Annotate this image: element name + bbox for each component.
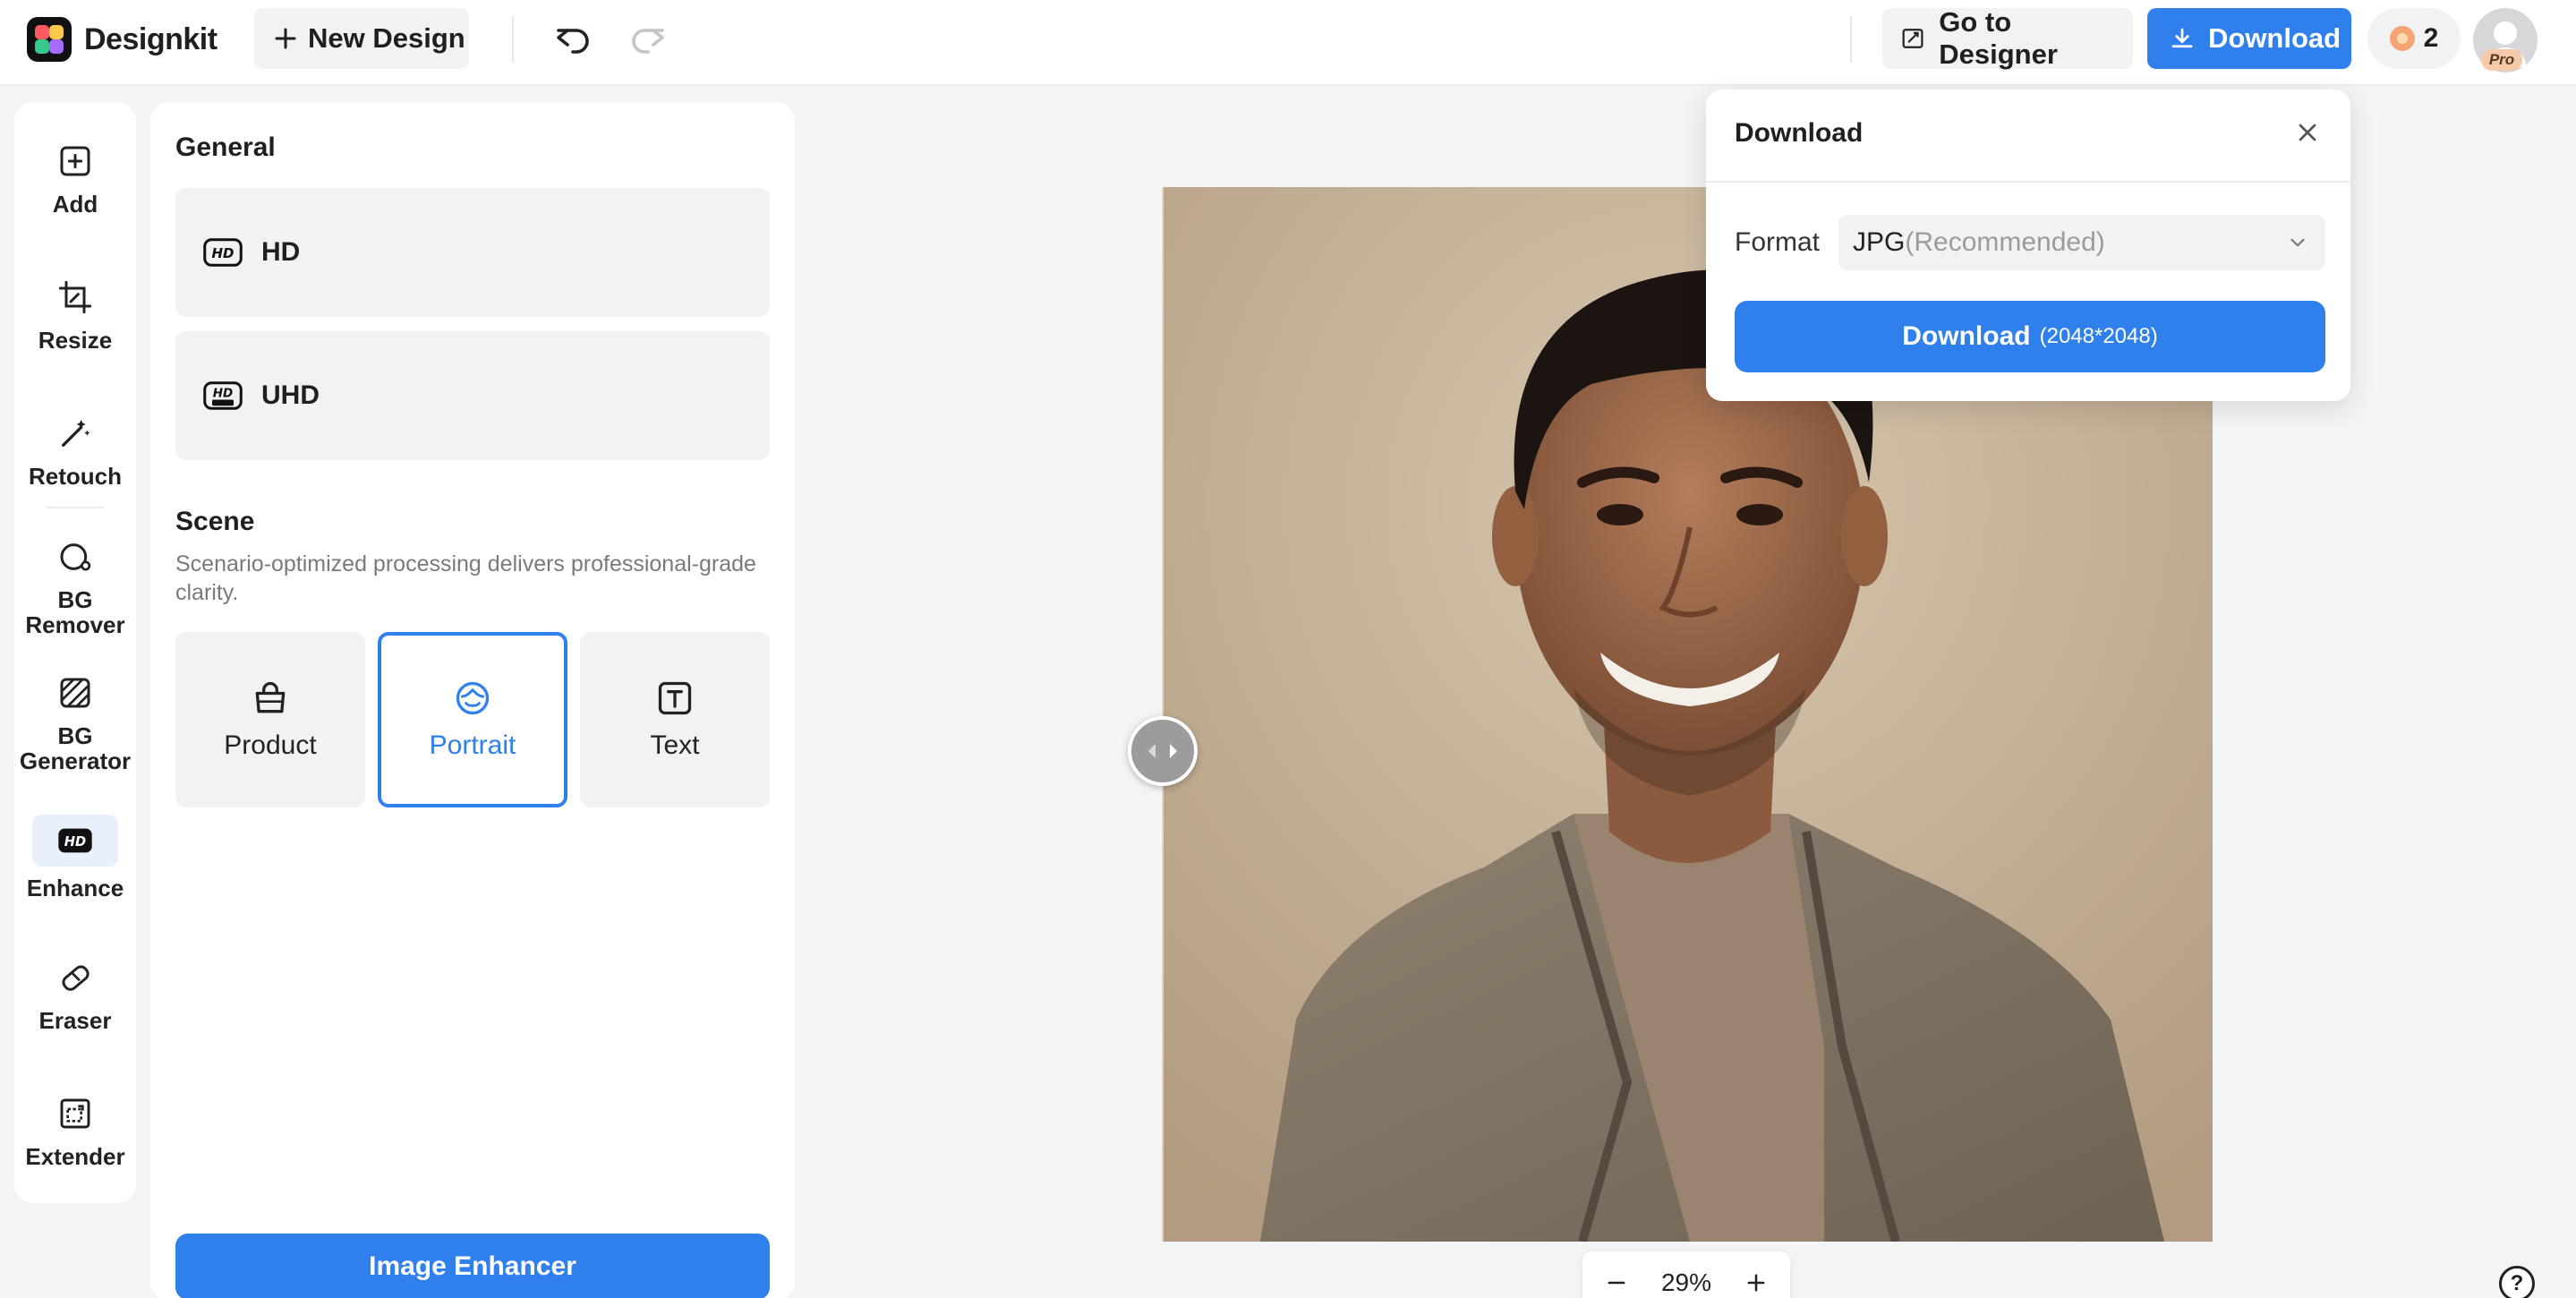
popover-download-size: (2048*2048)	[2039, 324, 2158, 348]
svg-text:HD: HD	[64, 834, 86, 850]
hd-icon: HD	[203, 238, 243, 267]
uhd-icon: HD	[203, 381, 243, 410]
tool-label: Eraser	[38, 1007, 112, 1034]
format-label: Format	[1735, 227, 1821, 257]
compare-arrows-icon	[1148, 744, 1177, 758]
top-bar: Designkit New Design Go to Designer Down…	[0, 0, 2576, 86]
scene-description: Scenario-optimized processing delivers p…	[175, 551, 756, 605]
tool-label: Extender	[25, 1143, 125, 1170]
tool-label: Resize	[38, 327, 113, 354]
popover-download-button[interactable]: Download (2048*2048)	[1735, 301, 2325, 372]
general-title: General	[175, 132, 276, 162]
compare-divider	[1161, 187, 1164, 1242]
tool-label: Add	[52, 191, 98, 218]
go-to-designer-button[interactable]: Go to Designer	[1882, 6, 2133, 70]
designer-icon	[1902, 29, 1923, 48]
credits-badge[interactable]: 2	[2367, 8, 2461, 69]
text-icon	[658, 681, 692, 715]
face-icon	[456, 681, 490, 715]
option-hd[interactable]: HD HD	[175, 188, 770, 317]
zoom-out-icon[interactable]	[1604, 1270, 1629, 1295]
download-icon	[2171, 28, 2193, 48]
scene-title: Scene	[175, 507, 255, 536]
scene-label: Product	[224, 730, 317, 760]
option-label: HD	[261, 237, 301, 267]
bg-generator-icon	[60, 678, 90, 708]
tool-eraser[interactable]: Eraser	[14, 956, 136, 1033]
tool-label: Retouch	[29, 463, 122, 490]
app-name: Designkit	[84, 21, 218, 56]
scene-text[interactable]: Text	[580, 632, 770, 807]
popover-title: Download	[1735, 118, 1864, 148]
resize-icon	[58, 280, 92, 314]
add-icon	[60, 146, 90, 176]
tool-retouch[interactable]: Retouch	[14, 412, 136, 489]
hd-icon: HD	[58, 828, 92, 853]
tool-extender[interactable]: Extender	[14, 1092, 136, 1169]
close-icon[interactable]	[2293, 118, 2322, 147]
coin-icon	[2389, 26, 2415, 51]
tool-resize[interactable]: Resize	[14, 276, 136, 353]
enhance-panel: General HD HD HD UHD Scene Scenario-opti…	[150, 102, 795, 1298]
new-design-button[interactable]: New Design	[254, 8, 469, 69]
download-button[interactable]: Download	[2147, 8, 2351, 69]
extender-icon	[60, 1098, 90, 1129]
format-select[interactable]: JPG (Recommended)	[1838, 215, 2325, 270]
toolbar-divider	[1850, 16, 1852, 63]
bg-remover-icon	[60, 543, 91, 571]
image-enhancer-button[interactable]: Image Enhancer	[175, 1234, 770, 1298]
option-label: UHD	[261, 380, 320, 410]
zoom-in-icon[interactable]	[1744, 1270, 1769, 1295]
undo-icon[interactable]	[551, 18, 594, 61]
zoom-level: 29%	[1660, 1268, 1712, 1296]
scene-label: Portrait	[429, 730, 516, 760]
tool-separator	[47, 507, 104, 508]
help-icon[interactable]: ?	[2499, 1266, 2535, 1298]
chevron-down-icon	[2290, 238, 2305, 247]
svg-text:HD: HD	[211, 245, 234, 261]
download-label: Download	[2208, 22, 2341, 54]
tool-enhance[interactable]: HD Enhance	[14, 815, 136, 901]
app-logo[interactable]: Designkit	[27, 17, 218, 62]
tool-rail: Add Resize Retouch BG Remover BG Generat…	[14, 102, 136, 1203]
tool-add[interactable]: Add	[14, 140, 136, 217]
svg-text:HD: HD	[213, 387, 234, 401]
zoom-control: 29%	[1582, 1251, 1790, 1298]
scene-label: Text	[650, 730, 700, 760]
tool-label: BG Generator	[19, 722, 132, 774]
scene-product[interactable]: Product	[175, 632, 365, 807]
download-popover: Download Format JPG (Recommended) Downlo…	[1706, 90, 2350, 401]
pro-badge: Pro	[2481, 49, 2522, 71]
redo-icon[interactable]	[627, 18, 670, 61]
tool-label: Enhance	[26, 875, 124, 901]
popover-divider	[1706, 181, 2350, 183]
logo-icon	[27, 17, 72, 62]
go-to-designer-label: Go to Designer	[1939, 6, 2058, 70]
credits-count: 2	[2423, 23, 2439, 53]
tool-bg-remover[interactable]: BG Remover	[14, 535, 136, 637]
scene-portrait[interactable]: Portrait	[378, 632, 567, 807]
format-hint: (Recommended)	[1905, 227, 2105, 257]
new-design-label: New Design	[308, 22, 465, 54]
compare-slider-handle[interactable]	[1128, 716, 1198, 786]
tool-label: BG Remover	[25, 586, 125, 638]
plus-icon	[275, 28, 296, 49]
popover-download-label: Download	[1902, 321, 2031, 351]
toolbar-divider	[512, 16, 514, 63]
option-uhd[interactable]: HD UHD	[175, 331, 770, 460]
tool-bg-generator[interactable]: BG Generator	[14, 671, 136, 773]
format-value: JPG	[1853, 227, 1906, 257]
bag-icon	[255, 681, 286, 713]
retouch-icon	[62, 420, 90, 447]
eraser-icon	[62, 965, 90, 991]
